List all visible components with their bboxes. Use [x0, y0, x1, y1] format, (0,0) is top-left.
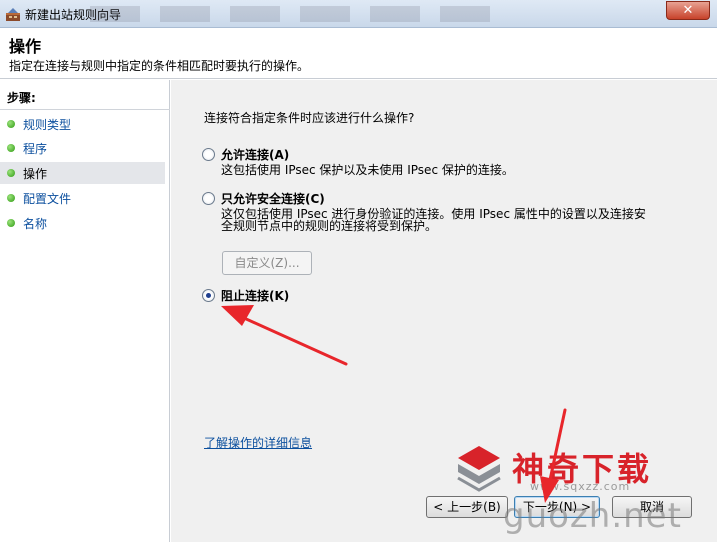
- allow-secure-description-line2: 全规则节点中的规则的连接将受到保护。: [221, 219, 438, 233]
- step-bullet-icon: [7, 219, 15, 227]
- customize-button[interactable]: 自定义(Z)...: [222, 251, 312, 275]
- step-rule-type[interactable]: 规则类型: [0, 113, 165, 135]
- step-bullet-icon: [7, 194, 15, 202]
- step-action[interactable]: 操作: [0, 162, 165, 184]
- step-label: 操作: [23, 167, 48, 181]
- action-question: 连接符合指定条件时应该进行什么操作?: [204, 111, 415, 125]
- step-bullet-icon: [7, 144, 15, 152]
- block-connection-radio[interactable]: [202, 289, 215, 302]
- watermark-site: guozh.net: [503, 496, 682, 536]
- step-profile[interactable]: 配置文件: [0, 187, 165, 209]
- firewall-app-icon: [6, 8, 20, 21]
- page-description: 指定在连接与规则中指定的条件相匹配时要执行的操作。: [9, 59, 310, 73]
- step-name[interactable]: 名称: [0, 212, 165, 234]
- allow-connection-label[interactable]: 允许连接(A): [221, 146, 289, 163]
- step-bullet-icon: [7, 169, 15, 177]
- back-button[interactable]: < 上一步(B): [426, 496, 508, 518]
- step-label: 名称: [23, 217, 48, 231]
- steps-pane: 步骤: 规则类型 程序 操作 配置文件 名称: [0, 80, 170, 542]
- allow-connection-description: 这包括使用 IPsec 保护以及未使用 IPsec 保护的连接。: [221, 163, 514, 177]
- step-bullet-icon: [7, 120, 15, 128]
- title-bar: 新建出站规则向导 ✕: [0, 0, 717, 28]
- step-label: 程序: [23, 142, 48, 156]
- watermark-logo-icon: [457, 446, 501, 492]
- steps-divider: [0, 109, 170, 110]
- step-label: 配置文件: [23, 192, 72, 206]
- steps-label: 步骤:: [7, 91, 36, 105]
- allow-secure-label[interactable]: 只允许安全连接(C): [221, 190, 325, 207]
- learn-more-link[interactable]: 了解操作的详细信息: [204, 434, 312, 451]
- watermark-url: www.sqxzz.com: [530, 480, 631, 493]
- page-title: 操作: [9, 37, 42, 56]
- close-button[interactable]: ✕: [666, 1, 710, 20]
- step-program[interactable]: 程序: [0, 137, 165, 159]
- wizard-header: 操作 指定在连接与规则中指定的条件相匹配时要执行的操作。: [0, 29, 717, 79]
- step-label: 规则类型: [23, 118, 72, 132]
- allow-secure-radio[interactable]: [202, 192, 215, 205]
- allow-connection-radio[interactable]: [202, 148, 215, 161]
- block-connection-label[interactable]: 阻止连接(K): [221, 287, 289, 304]
- background-ghost: [90, 6, 510, 22]
